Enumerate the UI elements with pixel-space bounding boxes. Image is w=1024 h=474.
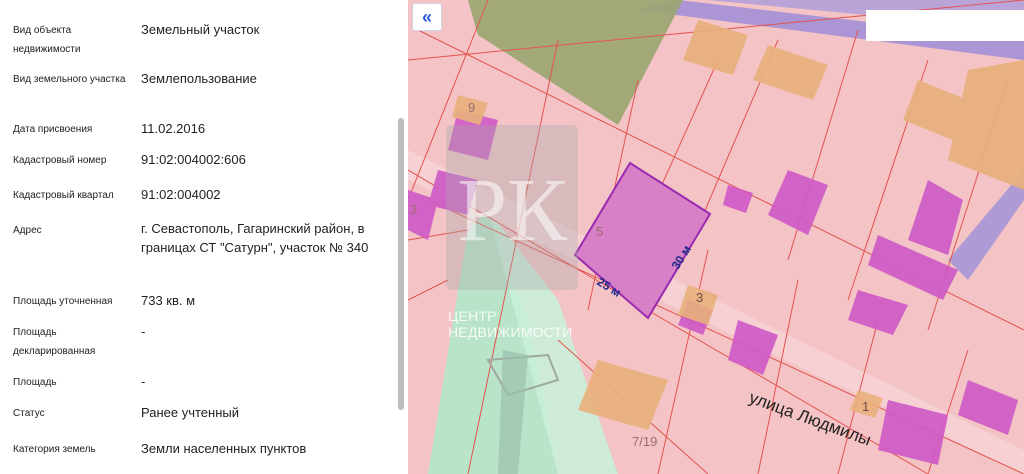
parcel-number: 9 bbox=[468, 100, 475, 115]
watermark-text: ЦЕНТР НЕДВИЖИМОСТИ bbox=[448, 308, 573, 340]
panel-scrollbar[interactable] bbox=[398, 118, 404, 410]
collapse-panel-button[interactable]: « bbox=[412, 3, 442, 31]
cadastral-map[interactable]: РК 25 м 30 м улица Людмилы 9 5 3 1 7/19 … bbox=[408, 0, 1024, 474]
label-land-category: Категория земель bbox=[13, 444, 96, 455]
value-cadastral-number: 91:02:004002:606 bbox=[141, 152, 246, 167]
label-cadastral-quarter: Кадастровый квартал bbox=[13, 190, 114, 201]
value-status: Ранее учтенный bbox=[141, 405, 239, 420]
label-area: Площадь bbox=[13, 377, 57, 388]
value-land-category: Земли населенных пунктов bbox=[141, 441, 307, 456]
double-chevron-left-icon: « bbox=[421, 6, 432, 27]
label-assign-date: Дата присвоения bbox=[13, 124, 93, 135]
parcel-number: 5 bbox=[596, 224, 603, 239]
value-assign-date: 11.02.2016 bbox=[141, 121, 206, 136]
label-area-specified: Площадь уточненная bbox=[13, 296, 113, 307]
property-info-panel: Вид объекта недвижимости Земельный участ… bbox=[0, 0, 408, 474]
label-address: Адрес bbox=[13, 225, 42, 236]
watermark-logo-text: РК bbox=[457, 161, 568, 260]
value-area-declared: - bbox=[141, 324, 146, 339]
label-area-declared: Площадь декларированная bbox=[13, 327, 96, 357]
map-canvas: РК 25 м 30 м улица Людмилы 9 5 3 1 7/19 … bbox=[408, 0, 1024, 474]
parcel-number: 1 bbox=[862, 399, 869, 414]
value-parcel-type: Землепользование bbox=[141, 71, 257, 86]
label-object-type: Вид объекта недвижимости bbox=[13, 25, 81, 55]
value-cadastral-quarter: 91:02:004002 bbox=[141, 187, 221, 202]
parcel-number: 7/19 bbox=[632, 434, 657, 449]
parcel-number: 3 bbox=[696, 290, 703, 305]
value-area-specified: 733 кв. м bbox=[141, 293, 196, 308]
parcel-number: 3 bbox=[410, 202, 417, 217]
label-status: Статус bbox=[13, 408, 45, 419]
value-area: - bbox=[141, 374, 146, 389]
value-address: г. Севастополь, Гагаринский район, в гра… bbox=[141, 221, 369, 255]
label-parcel-type: Вид земельного участка bbox=[13, 74, 126, 85]
label-cadastral-number: Кадастровый номер bbox=[13, 155, 107, 166]
value-object-type: Земельный участок bbox=[141, 22, 260, 37]
map-search-box[interactable] bbox=[866, 10, 1024, 41]
